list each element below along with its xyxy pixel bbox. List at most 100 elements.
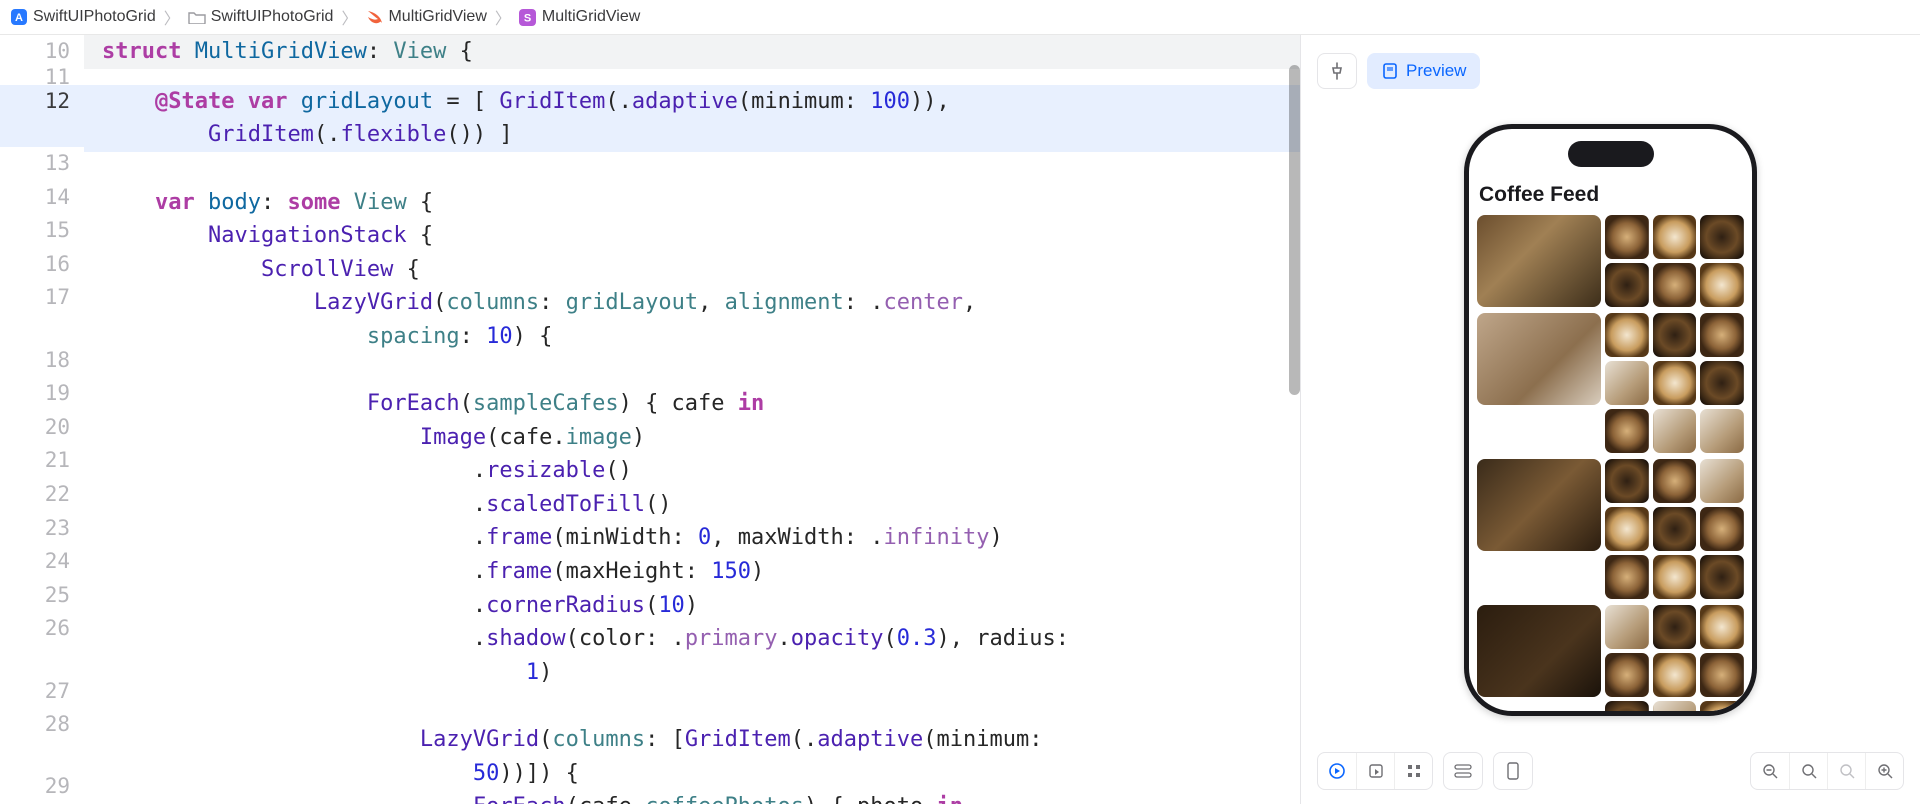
- code-line: .frame(maxHeight: 150): [102, 555, 1300, 589]
- zoom-group: [1750, 752, 1904, 790]
- coffee-subgrid: [1605, 313, 1744, 453]
- preview-canvas[interactable]: Coffee Feed: [1301, 35, 1920, 804]
- line-number: 12: [0, 85, 84, 147]
- selectable-preview-button[interactable]: [1356, 753, 1394, 789]
- device-settings-button[interactable]: [1444, 753, 1482, 789]
- preview-pane: Preview Coffee Feed: [1300, 35, 1920, 804]
- cafe-image: [1477, 313, 1601, 405]
- line-number: 18: [0, 344, 84, 378]
- code-line: NavigationStack {: [102, 219, 1300, 253]
- line-gutter: 10 11 12 13 14 15 16 17 18 19 20 21 22 2…: [0, 35, 84, 804]
- line-number: 10: [0, 35, 84, 69]
- code-line: .frame(minWidth: 0, maxWidth: .infinity): [102, 521, 1300, 555]
- pin-icon: [1329, 62, 1345, 80]
- code-line: ForEach(cafe.coffeePhotos) { photo in: [102, 790, 1300, 804]
- svg-text:S: S: [524, 12, 531, 24]
- zoom-in-button[interactable]: [1865, 753, 1903, 789]
- line-number: 19: [0, 377, 84, 411]
- code-line: [102, 69, 1300, 85]
- orientation-group: [1493, 752, 1533, 790]
- code-line: [102, 689, 1300, 723]
- chevron-right-icon: 〉: [341, 5, 357, 29]
- code-line: ForEach(sampleCafes) { cafe in: [102, 387, 1300, 421]
- preview-label: Preview: [1406, 61, 1466, 81]
- code-line: GridItem(.flexible()) ]: [84, 118, 1300, 152]
- code-line: spacing: 10) {: [102, 320, 1300, 354]
- zoom-fit-button[interactable]: [1789, 753, 1827, 789]
- crumb-file[interactable]: MultiGridView: [365, 8, 486, 26]
- orientation-button[interactable]: [1494, 753, 1532, 789]
- zoom-actual-button[interactable]: [1827, 753, 1865, 789]
- crumb-project[interactable]: A SwiftUIPhotoGrid: [10, 8, 156, 26]
- line-number: 22: [0, 478, 84, 512]
- struct-icon: S: [519, 8, 537, 26]
- code-area[interactable]: struct MultiGridView: View { @State var …: [84, 35, 1300, 804]
- crumb-label: SwiftUIPhotoGrid: [33, 8, 156, 26]
- line-number: 29: [0, 770, 84, 804]
- grid-row: [1477, 459, 1744, 599]
- swift-icon: [365, 8, 383, 26]
- chevron-right-icon: 〉: [164, 5, 180, 29]
- code-line: 1): [102, 656, 1300, 690]
- line-number: 14: [0, 181, 84, 215]
- grid-row: [1477, 605, 1744, 711]
- chevron-right-icon: 〉: [495, 5, 511, 29]
- coffee-subgrid: [1605, 605, 1744, 711]
- line-number: 25: [0, 579, 84, 613]
- line-number: 15: [0, 214, 84, 248]
- preview-button[interactable]: Preview: [1367, 53, 1480, 89]
- line-number: 23: [0, 512, 84, 546]
- line-number: 17: [0, 281, 84, 343]
- cafe-image: [1477, 605, 1601, 697]
- crumb-symbol[interactable]: S MultiGridView: [519, 8, 640, 26]
- code-line: Image(cafe.image): [102, 421, 1300, 455]
- folder-icon: [188, 8, 206, 26]
- cafe-image: [1477, 215, 1601, 307]
- dynamic-island: [1568, 141, 1654, 167]
- code-line: [102, 353, 1300, 387]
- nav-title: Coffee Feed: [1479, 183, 1744, 207]
- grid-row: [1477, 313, 1744, 453]
- code-line: LazyVGrid(columns: [GridItem(.adaptive(m…: [102, 723, 1300, 757]
- line-number: 27: [0, 675, 84, 709]
- device-settings-group: [1443, 752, 1483, 790]
- app-content: Coffee Feed: [1477, 179, 1744, 711]
- breadcrumb: A SwiftUIPhotoGrid 〉 SwiftUIPhotoGrid 〉 …: [0, 0, 1920, 35]
- code-line: ScrollView {: [102, 253, 1300, 287]
- app-icon: A: [10, 8, 28, 26]
- line-number: 13: [0, 147, 84, 181]
- line-number: 16: [0, 248, 84, 282]
- variants-button[interactable]: [1394, 753, 1432, 789]
- grid-row: [1477, 215, 1744, 307]
- cafe-image: [1477, 459, 1601, 551]
- crumb-label: SwiftUIPhotoGrid: [211, 8, 334, 26]
- code-line: [102, 152, 1300, 186]
- pin-button[interactable]: [1317, 53, 1357, 89]
- line-number: 21: [0, 444, 84, 478]
- code-line: 50))]) {: [102, 757, 1300, 791]
- preview-icon: [1381, 63, 1399, 79]
- crumb-label: MultiGridView: [542, 8, 640, 26]
- coffee-subgrid: [1605, 459, 1744, 599]
- vertical-scrollbar[interactable]: [1289, 65, 1300, 395]
- crumb-folder[interactable]: SwiftUIPhotoGrid: [188, 8, 334, 26]
- crumb-label: MultiGridView: [388, 8, 486, 26]
- line-number: 24: [0, 545, 84, 579]
- zoom-out-button[interactable]: [1751, 753, 1789, 789]
- line-number: 20: [0, 411, 84, 445]
- code-editor[interactable]: 10 11 12 13 14 15 16 17 18 19 20 21 22 2…: [0, 35, 1300, 804]
- preview-mode-group: [1317, 752, 1433, 790]
- line-number: 26: [0, 612, 84, 674]
- code-line: struct MultiGridView: View {: [84, 35, 1300, 69]
- code-line: LazyVGrid(columns: gridLayout, alignment…: [102, 286, 1300, 320]
- code-line: .resizable(): [102, 454, 1300, 488]
- code-line: .scaledToFill(): [102, 488, 1300, 522]
- code-line: @State var gridLayout = [ GridItem(.adap…: [84, 85, 1300, 119]
- line-number: 11: [0, 69, 84, 85]
- code-line: var body: some View {: [102, 186, 1300, 220]
- svg-text:A: A: [15, 12, 23, 24]
- coffee-subgrid: [1605, 215, 1744, 307]
- device-frame: Coffee Feed: [1464, 124, 1757, 716]
- live-preview-button[interactable]: [1318, 753, 1356, 789]
- code-line: .cornerRadius(10): [102, 589, 1300, 623]
